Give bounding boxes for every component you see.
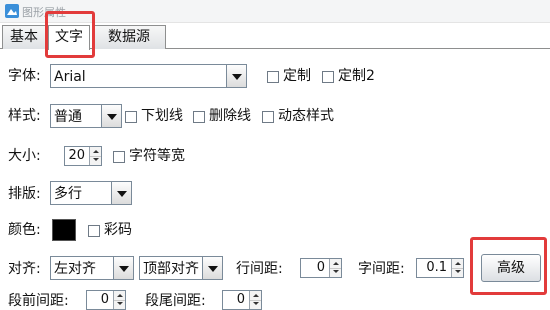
chevron-down-icon[interactable] — [202, 257, 222, 279]
layout-select[interactable]: 多行 — [50, 181, 132, 205]
char-spacing-value: 0.1 — [426, 260, 447, 275]
checkbox-box[interactable] — [113, 151, 125, 163]
checkbox-box[interactable] — [193, 111, 205, 123]
tab-basic[interactable]: 基本 — [2, 25, 46, 49]
spinner-down-icon[interactable] — [114, 300, 125, 309]
line-spacing-value: 0 — [316, 260, 325, 275]
spinner-down-icon[interactable] — [90, 156, 101, 165]
strikethrough-label: 删除线 — [209, 108, 251, 124]
size-spinner[interactable]: 20 — [64, 146, 102, 166]
checkbox-box[interactable] — [262, 111, 274, 123]
equal-width-label: 字符等宽 — [129, 148, 185, 164]
spinner-down-icon[interactable] — [452, 268, 463, 277]
spinner-buttons — [329, 259, 341, 277]
custom-label: 定制 — [283, 68, 311, 84]
vertical-align-value: 顶部对齐 — [143, 261, 199, 277]
size-label: 大小: — [8, 148, 41, 164]
dynamic-style-label: 动态样式 — [278, 108, 334, 124]
chevron-down-icon[interactable] — [226, 65, 246, 87]
spinner-buttons — [249, 291, 261, 309]
size-value: 20 — [68, 148, 85, 163]
custom2-label: 定制2 — [338, 68, 375, 84]
align-label: 对齐: — [8, 261, 41, 277]
chevron-down-icon[interactable] — [111, 182, 131, 204]
colorful-code-label: 彩码 — [104, 222, 132, 238]
char-spacing-label: 字间距: — [358, 261, 405, 277]
spinner-down-icon[interactable] — [330, 268, 341, 277]
style-select-value: 普通 — [54, 109, 82, 125]
line-spacing-spinner[interactable]: 0 — [300, 258, 342, 278]
spinner-buttons — [451, 259, 463, 277]
horizontal-align-value: 左对齐 — [54, 261, 96, 277]
line-spacing-label: 行间距: — [236, 261, 283, 277]
spinner-buttons — [89, 147, 101, 165]
app-icon — [5, 4, 19, 18]
paragraph-after-value: 0 — [236, 292, 245, 307]
title-bar: 图形属性 — [0, 0, 550, 23]
font-select[interactable]: Arial — [50, 64, 247, 88]
layout-select-value: 多行 — [54, 186, 82, 202]
color-swatch[interactable] — [52, 219, 76, 241]
font-select-value: Arial — [54, 69, 86, 85]
checkbox-box[interactable] — [322, 71, 334, 83]
style-label: 样式: — [8, 108, 41, 124]
underline-label: 下划线 — [141, 108, 183, 124]
tab-datasource[interactable]: 数据源 — [92, 25, 166, 49]
horizontal-align-select[interactable]: 左对齐 — [50, 256, 134, 280]
chevron-down-icon[interactable] — [113, 257, 133, 279]
paragraph-before-spinner[interactable]: 0 — [86, 290, 126, 310]
spinner-down-icon[interactable] — [250, 300, 261, 309]
paragraph-after-spinner[interactable]: 0 — [222, 290, 262, 310]
color-label: 颜色: — [8, 222, 41, 238]
style-select[interactable]: 普通 — [50, 104, 122, 128]
vertical-align-select[interactable]: 顶部对齐 — [139, 256, 223, 280]
advanced-button[interactable]: 高级 — [481, 254, 541, 282]
window-title: 图形属性 — [22, 6, 66, 19]
font-label: 字体: — [8, 68, 41, 84]
spinner-buttons — [113, 291, 125, 309]
chevron-down-icon[interactable] — [101, 105, 121, 127]
layout-label: 排版: — [8, 186, 41, 202]
checkbox-box[interactable] — [267, 71, 279, 83]
paragraph-before-value: 0 — [100, 292, 109, 307]
tab-text[interactable]: 文字 — [48, 25, 90, 50]
paragraph-after-label: 段尾间距: — [145, 293, 206, 309]
checkbox-box[interactable] — [125, 111, 137, 123]
checkbox-box[interactable] — [88, 225, 100, 237]
paragraph-before-label: 段前间距: — [8, 293, 69, 309]
char-spacing-spinner[interactable]: 0.1 — [416, 258, 464, 278]
